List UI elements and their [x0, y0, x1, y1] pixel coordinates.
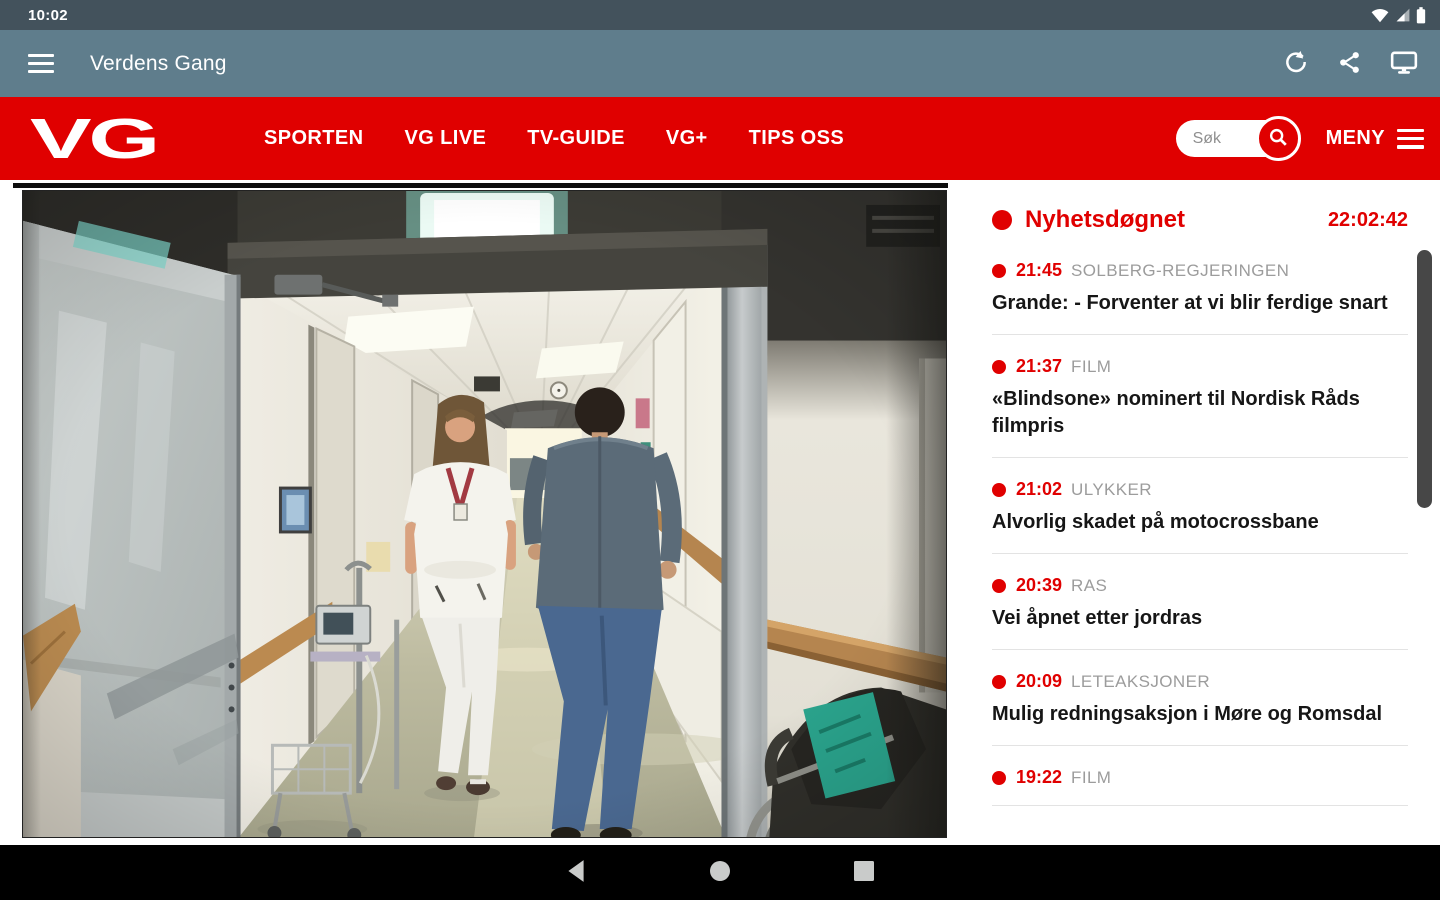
item-time: 20:09 [1016, 671, 1062, 692]
recents-button[interactable] [850, 859, 878, 887]
item-time: 21:02 [1016, 479, 1062, 500]
recents-icon [853, 860, 875, 885]
news-list: 21:45 SOLBERG-REGJERINGEN Grande: - Forv… [992, 260, 1408, 806]
vg-logo[interactable]: VG [30, 110, 338, 168]
divider [992, 457, 1408, 458]
refresh-icon [1283, 49, 1309, 78]
status-time: 10:02 [28, 7, 68, 24]
app-bar-actions [1283, 49, 1418, 78]
news-item[interactable]: 21:37 FILM «Blindsone» nominert til Nord… [992, 356, 1408, 458]
photo-top-border [13, 183, 948, 188]
news-item[interactable]: 21:02 ULYKKER Alvorlig skadet på motocro… [992, 479, 1408, 554]
ticker-clock: 22:02:42 [1328, 209, 1408, 232]
nav-link-tips-oss[interactable]: TIPS OSS [749, 127, 844, 150]
android-navigation-bar [0, 845, 1440, 900]
divider [992, 553, 1408, 554]
item-headline: «Blindsone» nominert til Nordisk Råds fi… [992, 386, 1408, 440]
item-kicker: FILM [1071, 357, 1111, 377]
app-bar: Verdens Gang [0, 30, 1440, 97]
app-title: Verdens Gang [90, 52, 227, 76]
divider [992, 805, 1408, 806]
news-item-meta: 21:37 FILM [992, 356, 1408, 377]
item-kicker: ULYKKER [1071, 480, 1152, 500]
battery-icon [1416, 7, 1426, 24]
desktop-mode-button[interactable] [1390, 49, 1418, 78]
scrollbar-thumb[interactable] [1417, 250, 1432, 508]
item-time: 19:22 [1016, 767, 1062, 788]
item-headline: Mulig redningsaksjon i Møre og Romsdal [992, 701, 1408, 728]
home-button[interactable] [706, 859, 734, 887]
site-header: VG SPORTENVG LIVETV-GUIDEVG+TIPS OSS MEN… [0, 97, 1440, 180]
news-item-meta: 21:02 ULYKKER [992, 479, 1408, 500]
item-live-dot [992, 264, 1006, 278]
share-button[interactable] [1337, 50, 1362, 78]
nav-link-vg-live[interactable]: VG LIVE [404, 127, 486, 150]
item-time: 21:37 [1016, 356, 1062, 377]
item-live-dot [992, 360, 1006, 374]
item-live-dot [992, 579, 1006, 593]
hamburger-icon [28, 54, 54, 73]
content-area: Nyhetsdøgnet 22:02:42 21:45 SOLBERG-REGJ… [0, 180, 1440, 845]
news-ticker-panel: Nyhetsdøgnet 22:02:42 21:45 SOLBERG-REGJ… [975, 180, 1440, 845]
news-item-meta: 21:45 SOLBERG-REGJERINGEN [992, 260, 1408, 281]
news-item[interactable]: 21:45 SOLBERG-REGJERINGEN Grande: - Forv… [992, 260, 1408, 335]
hospital-corridor-photo [23, 191, 946, 837]
item-time: 21:45 [1016, 260, 1062, 281]
item-headline: Grande: - Forventer at vi blir ferdige s… [992, 290, 1408, 317]
menu-button[interactable]: MENY [1326, 127, 1424, 150]
search-box [1176, 120, 1298, 157]
share-icon [1337, 50, 1362, 78]
nav-link-tv-guide[interactable]: TV-GUIDE [527, 127, 625, 150]
cell-signal-icon [1395, 7, 1411, 23]
divider [992, 745, 1408, 746]
ticker-title: Nyhetsdøgnet [1025, 206, 1185, 234]
divider [992, 649, 1408, 650]
item-kicker: LETEAKSJONER [1071, 672, 1210, 692]
item-headline: Alvorlig skadet på motocrossbane [992, 509, 1408, 536]
back-icon [564, 858, 588, 887]
item-headline: Vei åpnet etter jordras [992, 605, 1408, 632]
live-dot [992, 210, 1012, 230]
ticker-header: Nyhetsdøgnet 22:02:42 [992, 206, 1408, 234]
header-tools: MENY [1176, 120, 1424, 157]
news-item-meta: 20:39 RAS [992, 575, 1408, 596]
main-nav-links: SPORTENVG LIVETV-GUIDEVG+TIPS OSS [264, 127, 844, 150]
status-icons [1370, 7, 1426, 24]
search-icon [1267, 126, 1289, 151]
item-live-dot [992, 675, 1006, 689]
news-item[interactable]: 20:09 LETEAKSJONER Mulig redningsaksjon … [992, 671, 1408, 746]
search-button[interactable] [1256, 116, 1301, 161]
item-kicker: SOLBERG-REGJERINGEN [1071, 261, 1289, 281]
back-button[interactable] [562, 859, 590, 887]
divider [992, 334, 1408, 335]
search-input[interactable] [1193, 130, 1259, 148]
monitor-icon [1390, 49, 1418, 78]
item-kicker: FILM [1071, 768, 1111, 788]
home-icon [708, 859, 732, 886]
screen: 10:02 Verdens Gang VG SPORTENVG LIVETV-G… [0, 0, 1440, 900]
news-item[interactable]: 19:22 FILM [992, 767, 1408, 806]
menu-hamburger-icon [1397, 129, 1424, 149]
item-live-dot [992, 483, 1006, 497]
item-time: 20:39 [1016, 575, 1062, 596]
news-item-meta: 19:22 FILM [992, 767, 1408, 788]
wifi-icon [1370, 7, 1390, 23]
nav-link-vg+[interactable]: VG+ [666, 127, 708, 150]
article-photo[interactable] [22, 190, 947, 838]
item-live-dot [992, 771, 1006, 785]
news-item-meta: 20:09 LETEAKSJONER [992, 671, 1408, 692]
item-kicker: RAS [1071, 576, 1107, 596]
drawer-menu-button[interactable] [28, 54, 54, 73]
refresh-button[interactable] [1283, 49, 1309, 78]
menu-label: MENY [1326, 127, 1385, 150]
status-bar: 10:02 [0, 0, 1440, 30]
news-item[interactable]: 20:39 RAS Vei åpnet etter jordras [992, 575, 1408, 650]
